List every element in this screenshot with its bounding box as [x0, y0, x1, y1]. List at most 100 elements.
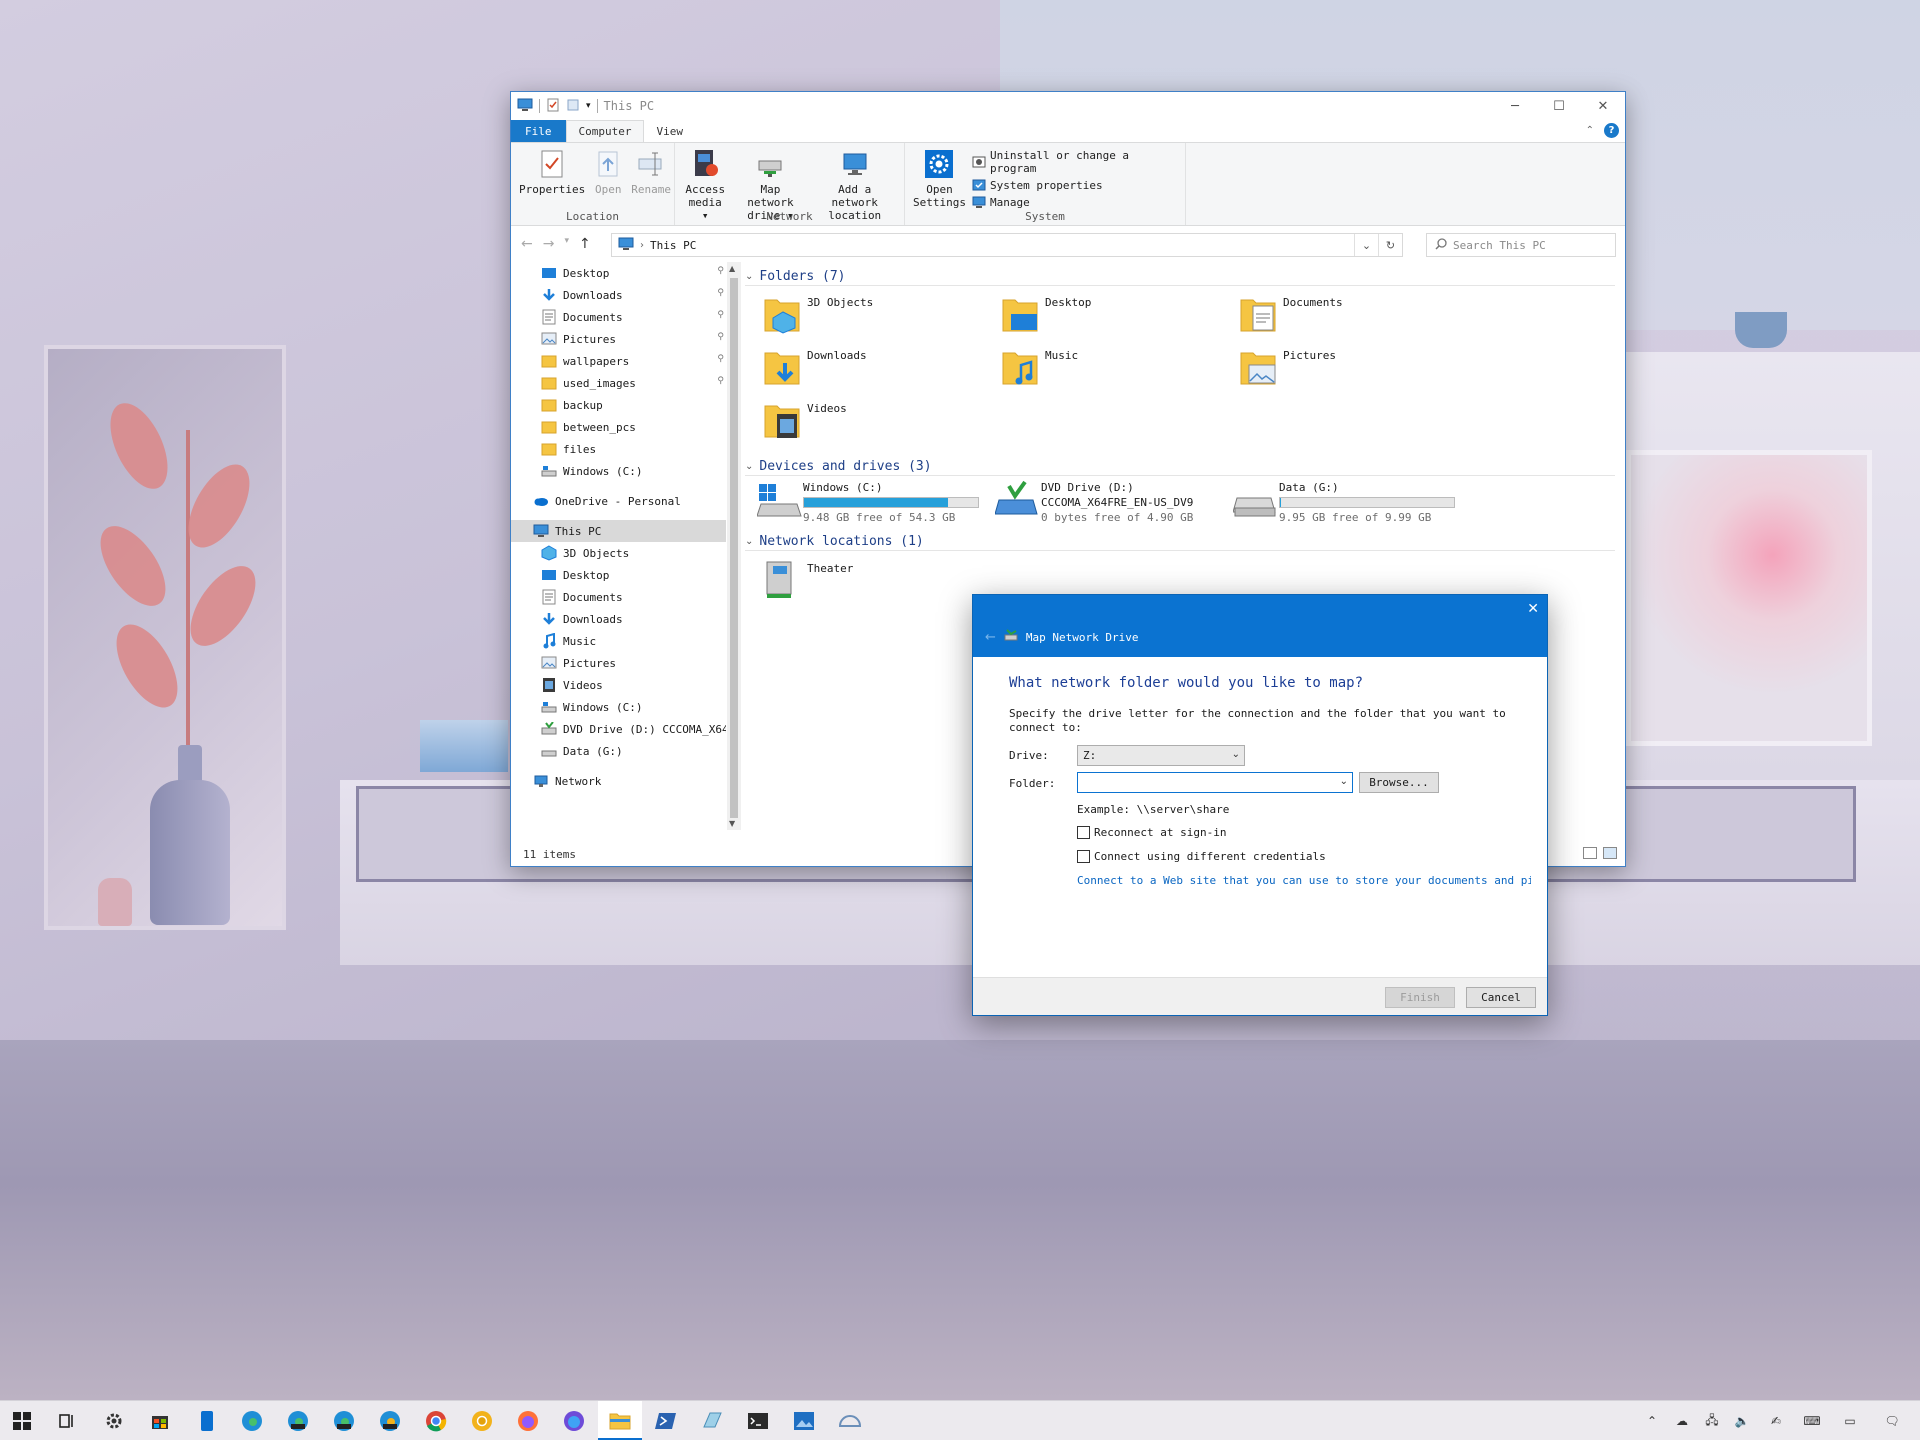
close-button[interactable]: ✕	[1581, 92, 1625, 120]
large-icons-view-icon[interactable]	[1603, 847, 1617, 859]
nav-item-pictures[interactable]: Pictures ⚲	[511, 328, 726, 350]
nav-item-wallpapers[interactable]: wallpapers ⚲	[511, 350, 726, 372]
folder-3d-objects[interactable]: 3D Objects	[763, 292, 993, 334]
nav-item-documents[interactable]: Documents ⚲	[511, 306, 726, 328]
scroll-down-icon[interactable]: ▼	[729, 819, 735, 828]
properties-quick-icon[interactable]	[546, 98, 560, 115]
firefox-nightly-icon[interactable]	[562, 1409, 586, 1433]
credentials-checkbox-row[interactable]: Connect using different credentials	[1077, 850, 1326, 863]
firefox-browser-icon[interactable]	[516, 1409, 540, 1433]
nav-item-3d-objects[interactable]: 3D Objects	[511, 542, 726, 564]
system-properties-button[interactable]: System properties	[972, 178, 1179, 192]
tab-view[interactable]: View	[644, 120, 695, 142]
network-tray-icon[interactable]: 🖧	[1702, 1412, 1722, 1430]
scrollbar-thumb[interactable]	[730, 278, 738, 818]
nav-item-pictures-pc[interactable]: Pictures	[511, 652, 726, 674]
web-site-link[interactable]: Connect to a Web site that you can use t…	[1077, 874, 1531, 887]
drive-dvd-d[interactable]: DVD Drive (D:) CCCOMA_X64FRE_EN-US_DV9 0…	[994, 480, 1235, 524]
address-bar[interactable]: › This PC ⌄ ↻	[611, 233, 1403, 257]
notifications-icon[interactable]: 🗨	[1882, 1412, 1902, 1430]
volume-tray-icon[interactable]: 🔈	[1732, 1412, 1752, 1430]
photos-app-icon[interactable]	[792, 1409, 816, 1433]
folder-input[interactable]: ⌄	[1077, 772, 1353, 793]
manage-button[interactable]: Manage	[972, 195, 1179, 209]
breadcrumb-this-pc[interactable]: This PC	[650, 239, 696, 252]
nav-item-between-pcs[interactable]: between_pcs	[511, 416, 726, 438]
search-box[interactable]: Search This PC	[1426, 233, 1616, 257]
edge-browser-icon[interactable]	[240, 1409, 264, 1433]
pen-workspace-icon[interactable]: ✍	[1766, 1412, 1786, 1430]
nav-item-used-images[interactable]: used_images ⚲	[511, 372, 726, 394]
finish-button[interactable]: Finish	[1385, 987, 1455, 1008]
drive-data-g[interactable]: Data (G:) 9.95 GB free of 9.99 GB	[1232, 480, 1473, 524]
file-explorer-taskbar-button[interactable]	[598, 1401, 642, 1440]
nav-item-network[interactable]: Network	[511, 770, 726, 792]
different-credentials-checkbox[interactable]	[1077, 850, 1090, 863]
chevron-down-icon[interactable]: ⌄	[1340, 776, 1348, 787]
remote-desktop-icon[interactable]	[838, 1409, 862, 1433]
nav-item-this-pc[interactable]: This PC	[511, 520, 726, 542]
back-arrow-icon[interactable]: ←	[521, 236, 533, 252]
section-header-network[interactable]: ⌄ Network locations (1)	[745, 531, 1615, 551]
edge-canary-icon[interactable]	[378, 1409, 402, 1433]
address-history-chevron-icon[interactable]: ⌄	[1354, 234, 1378, 256]
new-folder-quick-icon[interactable]	[566, 98, 580, 115]
refresh-icon[interactable]: ↻	[1378, 234, 1402, 256]
notes-app-icon[interactable]	[700, 1409, 724, 1433]
scroll-up-icon[interactable]: ▲	[729, 264, 735, 273]
nav-item-windows-c[interactable]: Windows (C:)	[511, 460, 726, 482]
settings-gear-icon[interactable]	[102, 1409, 126, 1433]
nav-item-downloads[interactable]: Downloads ⚲	[511, 284, 726, 306]
show-hidden-icons-chevron-icon[interactable]: ⌃	[1642, 1412, 1662, 1430]
edge-beta-icon[interactable]	[286, 1409, 310, 1433]
reconnect-checkbox[interactable]	[1077, 826, 1090, 839]
nav-item-onedrive[interactable]: OneDrive - Personal	[511, 490, 726, 512]
task-view-icon[interactable]	[55, 1409, 79, 1433]
terminal-icon[interactable]	[746, 1409, 770, 1433]
tab-computer[interactable]: Computer	[565, 120, 645, 142]
nav-item-windows-c-pc[interactable]: Windows (C:)	[511, 696, 726, 718]
nav-item-videos[interactable]: Videos	[511, 674, 726, 696]
edge-dev-icon[interactable]	[332, 1409, 356, 1433]
nav-item-dvd-drive[interactable]: DVD Drive (D:) CCCOMA_X64	[511, 718, 726, 740]
nav-item-desktop[interactable]: Desktop ⚲	[511, 262, 726, 284]
touch-keyboard-icon[interactable]: ⌨	[1802, 1412, 1822, 1430]
up-arrow-icon[interactable]: ↑	[579, 236, 591, 252]
uninstall-program-button[interactable]: Uninstall or change a program	[972, 149, 1179, 175]
onedrive-tray-icon[interactable]: ☁	[1672, 1412, 1692, 1430]
folder-music[interactable]: Music	[1001, 345, 1231, 387]
network-location-theater[interactable]: Theater	[763, 558, 993, 600]
nav-item-data-g[interactable]: Data (G:)	[511, 740, 726, 762]
customize-toolbar-icon[interactable]: ▾	[586, 101, 591, 111]
nav-item-documents-pc[interactable]: Documents	[511, 586, 726, 608]
drive-letter-select[interactable]: Z: ⌄	[1077, 745, 1245, 766]
navigation-scrollbar[interactable]: ▲ ▼	[727, 262, 741, 830]
folder-documents[interactable]: Documents	[1239, 292, 1469, 334]
back-arrow-icon[interactable]: ←	[985, 630, 996, 645]
chrome-browser-icon[interactable]	[424, 1409, 448, 1433]
forward-arrow-icon[interactable]: →	[543, 236, 555, 252]
recent-locations-icon[interactable]: ▾	[564, 236, 569, 252]
nav-item-downloads-pc[interactable]: Downloads	[511, 608, 726, 630]
cancel-button[interactable]: Cancel	[1466, 987, 1536, 1008]
browse-button[interactable]: Browse...	[1359, 772, 1439, 793]
folder-pictures[interactable]: Pictures	[1239, 345, 1469, 387]
drive-windows-c[interactable]: Windows (C:) 9.48 GB free of 54.3 GB	[756, 480, 997, 524]
help-icon[interactable]: ?	[1604, 123, 1619, 138]
input-indicator-icon[interactable]: ▭	[1840, 1412, 1860, 1430]
microsoft-store-icon[interactable]	[148, 1409, 172, 1433]
minimize-button[interactable]: ─	[1493, 92, 1537, 120]
details-view-icon[interactable]	[1583, 847, 1597, 859]
reconnect-checkbox-row[interactable]: Reconnect at sign-in	[1077, 826, 1226, 839]
section-header-devices[interactable]: ⌄ Devices and drives (3)	[745, 456, 1615, 476]
folder-downloads[interactable]: Downloads	[763, 345, 993, 387]
nav-item-files[interactable]: files	[511, 438, 726, 460]
tab-file[interactable]: File	[511, 120, 566, 142]
close-icon[interactable]: ✕	[1527, 601, 1539, 617]
nav-item-desktop-pc[interactable]: Desktop	[511, 564, 726, 586]
start-windows-icon[interactable]	[10, 1409, 34, 1433]
folder-desktop[interactable]: Desktop	[1001, 292, 1231, 334]
maximize-button[interactable]: ☐	[1537, 92, 1581, 120]
phone-app-icon[interactable]	[195, 1409, 219, 1433]
section-header-folders[interactable]: ⌄ Folders (7)	[745, 266, 1615, 286]
